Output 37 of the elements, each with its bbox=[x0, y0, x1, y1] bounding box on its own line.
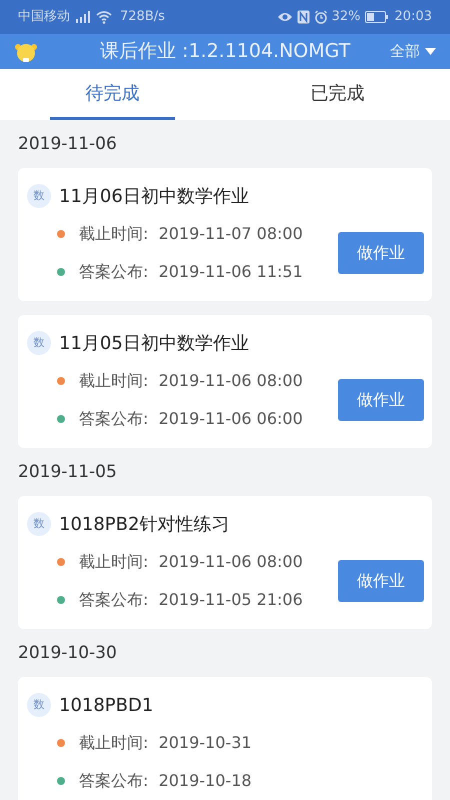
date-heading: 2019-10-30 bbox=[18, 642, 118, 665]
answer-release-text: 答案公布: 2019-11-06 06:00 bbox=[79, 408, 303, 430]
signal-icon bbox=[74, 11, 92, 23]
filter-dropdown[interactable]: 全部 bbox=[390, 40, 436, 63]
battery-percent: 32% bbox=[332, 8, 361, 26]
date-heading: 2019-11-05 bbox=[18, 461, 118, 484]
subject-badge: 数 bbox=[27, 512, 51, 536]
answer-release-text: 答案公布: 2019-11-06 11:51 bbox=[79, 261, 303, 283]
do-homework-button[interactable]: 做作业 bbox=[338, 560, 424, 602]
carrier-name: 中国移动 bbox=[18, 8, 70, 26]
tab[interactable]: 待完成 bbox=[0, 69, 225, 120]
do-homework-button[interactable]: 做作业 bbox=[338, 379, 424, 421]
deadline-text: 截止时间: 2019-11-06 08:00 bbox=[79, 370, 303, 392]
subject-badge: 数 bbox=[27, 693, 51, 717]
caret-icon bbox=[425, 48, 436, 55]
do-homework-button[interactable]: 做作业 bbox=[338, 232, 424, 274]
homework-title: 11月06日初中数学作业 bbox=[59, 184, 249, 208]
app-title: 课后作业 :1.2.1104.NOMGT bbox=[100, 39, 350, 64]
homework-title: 1018PBD1 bbox=[59, 694, 154, 718]
answer-release-text: 答案公布: 2019-11-05 21:06 bbox=[79, 589, 303, 611]
homework-title: 11月05日初中数学作业 bbox=[59, 332, 249, 356]
network-speed: 728B/s bbox=[120, 8, 165, 26]
date-heading: 2019-11-06 bbox=[18, 133, 118, 156]
alarm-icon bbox=[314, 10, 328, 24]
clock-time: 20:03 bbox=[394, 8, 432, 26]
wifi-icon bbox=[96, 10, 112, 24]
eye-icon bbox=[276, 11, 293, 23]
battery-icon bbox=[364, 11, 389, 23]
subject-badge: 数 bbox=[27, 331, 51, 355]
nfc-icon bbox=[296, 10, 310, 24]
homework-title: 1018PB2针对性练习 bbox=[59, 512, 230, 536]
answer-release-text: 答案公布: 2019-10-18 bbox=[79, 770, 252, 792]
tab[interactable]: 已完成 bbox=[225, 69, 450, 120]
subject-badge: 数 bbox=[27, 184, 51, 208]
deadline-text: 截止时间: 2019-11-06 08:00 bbox=[79, 551, 303, 573]
deadline-text: 截止时间: 2019-10-31 bbox=[79, 732, 252, 754]
deadline-text: 截止时间: 2019-11-07 08:00 bbox=[79, 223, 303, 245]
